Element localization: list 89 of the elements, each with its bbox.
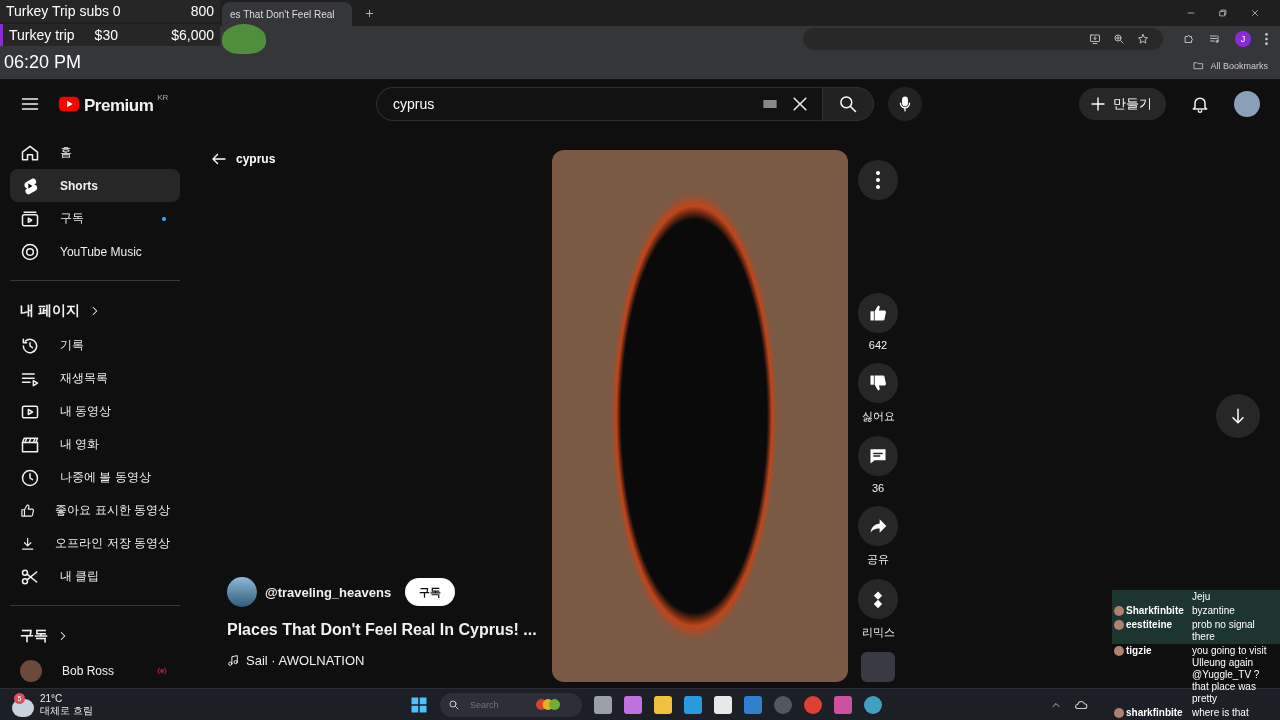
user-avatar	[1114, 708, 1124, 718]
sidebar-item[interactable]: 내 클립	[10, 560, 180, 593]
more-vertical-icon[interactable]	[1265, 33, 1268, 45]
more-button[interactable]	[858, 160, 898, 200]
media-list-icon[interactable]	[1209, 33, 1221, 45]
sidebar-item[interactable]: 기록	[10, 329, 180, 362]
action-label: 36	[871, 482, 885, 494]
windows-start-icon[interactable]	[410, 695, 428, 714]
action-label: 싫어요	[861, 409, 895, 424]
goal-text: 800	[190, 3, 214, 19]
logo-wordmark: Premium	[84, 95, 154, 116]
music-note-icon	[227, 654, 240, 667]
sidebar-item[interactable]: 재생목록	[10, 362, 180, 395]
profile-avatar[interactable]: J	[1235, 31, 1251, 47]
comment-icon	[868, 446, 888, 466]
music-disc-icon	[20, 241, 40, 262]
query-input[interactable]: cyprus	[391, 95, 750, 113]
sidebar-item[interactable]: 홈	[10, 136, 180, 169]
taskbar-search-input[interactable]: Search	[468, 698, 528, 711]
goal-text: Turkey trip	[9, 27, 75, 43]
sidebar-item[interactable]: 좋아요 표시한 동영상	[10, 494, 180, 527]
user-avatar	[1114, 646, 1124, 656]
plus-icon[interactable]	[364, 7, 375, 19]
thumbs-up-icon	[868, 303, 888, 323]
chat-username: Sharkfinbite	[1126, 605, 1184, 617]
sidebar-item[interactable]: 나중에 볼 동영상	[10, 461, 180, 494]
action-button[interactable]	[858, 363, 898, 403]
restore-icon[interactable]	[1218, 8, 1228, 18]
sidebar-item[interactable]: 내 동영상	[10, 395, 180, 428]
chat-text: Jeju	[1192, 591, 1212, 603]
search-icon	[448, 698, 460, 711]
back-link[interactable]: cyprus	[210, 150, 276, 168]
install-screen-icon[interactable]	[1089, 33, 1101, 45]
clock-icon	[20, 467, 40, 488]
region-code: KR	[157, 92, 169, 102]
create-button[interactable]: 만들기	[1079, 88, 1166, 120]
search-icon	[838, 94, 858, 114]
close-icon[interactable]	[1250, 8, 1260, 18]
sidebar-item[interactable]: YouTube Music	[10, 235, 180, 268]
video-player[interactable]	[552, 150, 848, 682]
sound-thumbnail[interactable]	[861, 652, 895, 682]
fruit-icon	[536, 699, 560, 710]
weather-cloud-icon[interactable]	[12, 698, 34, 717]
plus-icon	[1089, 95, 1107, 113]
action-button[interactable]	[858, 436, 898, 476]
bookmarks-link[interactable]: All Bookmarks	[1210, 60, 1268, 71]
thumbs-down-icon	[868, 373, 888, 393]
chat-text: where is that	[1192, 707, 1250, 719]
action-label: 642	[868, 339, 888, 351]
goal-text: Turkey Trip subs 0	[6, 3, 121, 19]
sidebar-item[interactable]: 오프라인 저장 동영상	[10, 527, 180, 560]
section-header[interactable]: 구독	[10, 618, 180, 654]
chat-username: eestiteine	[1126, 619, 1173, 631]
weather-condition[interactable]: 대체로 흐림	[40, 704, 93, 717]
action-label: 리믹스	[861, 625, 895, 640]
channel-name[interactable]: @traveling_heavens	[265, 584, 392, 600]
channel-item[interactable]: Bob Ross	[10, 654, 180, 687]
star-icon[interactable]	[1137, 33, 1149, 45]
browser-tab[interactable]: es That Don't Feel Real	[222, 2, 352, 26]
chat-username: sharkfinbite	[1126, 707, 1183, 719]
channel-avatar	[20, 659, 42, 682]
user-avatar[interactable]	[1234, 91, 1260, 117]
action-button[interactable]	[858, 506, 898, 546]
clock-text: 06:20 PM	[3, 52, 82, 73]
next-video-button[interactable]	[1216, 394, 1260, 438]
more-vertical-icon	[876, 171, 880, 189]
action-button[interactable]	[858, 293, 898, 333]
sidebar-item[interactable]: 구독	[10, 202, 180, 235]
goal-text: $30	[94, 27, 118, 43]
action-button[interactable]	[858, 579, 898, 619]
temperature-text[interactable]: 21°C	[40, 692, 93, 705]
sidebar-item[interactable]: Shorts	[10, 169, 180, 202]
youtube-logo[interactable]: Premium KR	[58, 92, 169, 116]
subscribe-button[interactable]: 구독	[405, 578, 456, 606]
voice-search-button[interactable]	[888, 87, 922, 121]
section-header[interactable]: 내 페이지	[10, 293, 180, 329]
sidebar-item[interactable]: 내 영화	[10, 428, 180, 461]
action-label: 공유	[867, 552, 889, 567]
video-title[interactable]: Places That Don't Feel Real In Cyprus! ...	[227, 621, 540, 639]
zoom-icon[interactable]	[1113, 33, 1125, 45]
music-link[interactable]: Sail · AWOLNATION	[246, 653, 365, 668]
query-bar[interactable]: cyprus	[376, 87, 822, 121]
chat-text: byzantine	[1192, 605, 1236, 617]
puzzle-icon[interactable]	[1183, 33, 1195, 45]
taskbar-search-bar[interactable]: Search	[440, 692, 582, 717]
chat-username: tigzie	[1126, 645, 1152, 657]
channel-avatar[interactable]	[227, 577, 257, 607]
goal-text: $6,000	[171, 27, 214, 43]
search-button[interactable]	[822, 87, 874, 121]
